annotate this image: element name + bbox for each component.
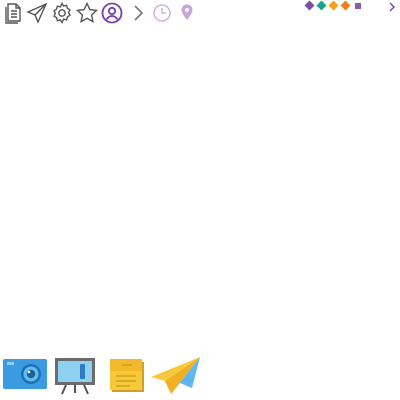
notes-app-icon[interactable] bbox=[108, 356, 146, 394]
color-dot-orange[interactable] bbox=[340, 0, 351, 11]
star-icon[interactable] bbox=[75, 1, 99, 25]
color-dot-purple[interactable] bbox=[304, 0, 315, 11]
color-dot-amber[interactable] bbox=[328, 0, 339, 11]
user-circle-icon[interactable] bbox=[100, 1, 124, 25]
clock-icon[interactable] bbox=[150, 1, 174, 25]
gear-icon[interactable] bbox=[50, 1, 74, 25]
more-chevron-icon[interactable] bbox=[386, 0, 398, 12]
send-icon[interactable] bbox=[25, 1, 49, 25]
document-icon[interactable] bbox=[1, 1, 25, 25]
color-dot-violet[interactable] bbox=[355, 3, 361, 9]
app-dock bbox=[0, 352, 400, 400]
location-pin-icon[interactable] bbox=[175, 1, 199, 25]
whiteboard-app-icon[interactable] bbox=[54, 357, 96, 395]
chevron-right-icon[interactable] bbox=[126, 1, 150, 25]
paper-plane-app-icon[interactable] bbox=[150, 355, 202, 395]
camera-app-icon[interactable] bbox=[3, 358, 47, 390]
color-dot-teal[interactable] bbox=[316, 0, 327, 11]
toolbar bbox=[0, 0, 400, 26]
